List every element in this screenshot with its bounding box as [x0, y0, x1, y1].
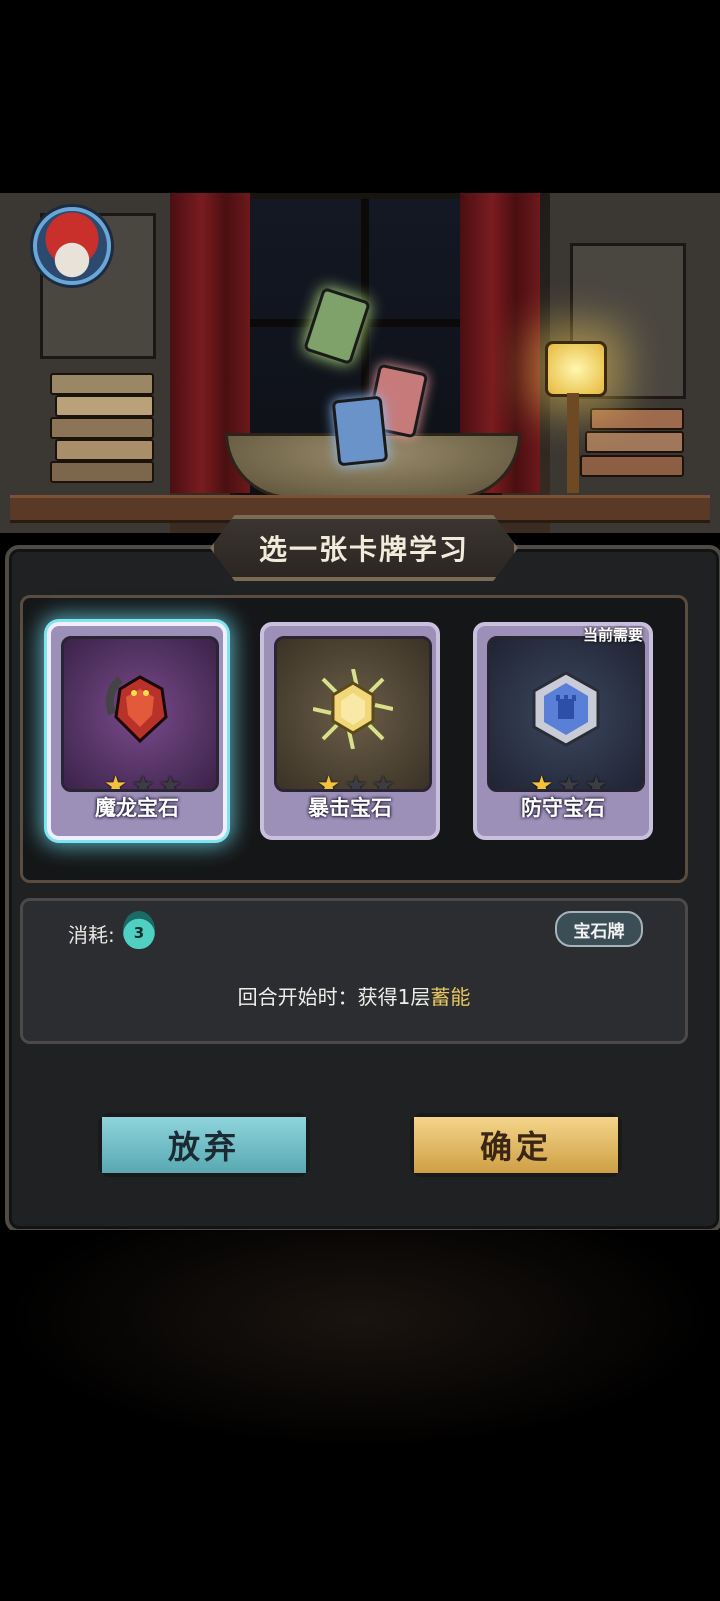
- star-empty-icon: ★: [131, 771, 155, 792]
- star-rating: ★ ★ ★: [104, 771, 182, 792]
- card-effect-text: 回合开始时：获得1层蓄能: [23, 981, 685, 1010]
- dialog-title: 选一张卡牌学习: [258, 533, 469, 566]
- card-defense-gem[interactable]: 当前需要 ★ ★ ★ 防守宝石: [473, 622, 653, 840]
- lamp-post: [567, 393, 579, 493]
- star-filled-icon: ★: [104, 771, 128, 792]
- star-rating: ★ ★ ★: [530, 771, 608, 792]
- card-name: 防守宝石: [521, 796, 605, 820]
- confirm-button[interactable]: 确定: [410, 1113, 622, 1177]
- star-empty-icon: ★: [557, 771, 581, 792]
- energy-flame-icon: 3: [123, 911, 155, 949]
- card-name: 魔龙宝石: [95, 796, 179, 820]
- defense-gem-icon: [532, 671, 600, 747]
- card-dragon-gem[interactable]: ★ ★ ★ 魔龙宝石: [47, 622, 227, 840]
- card-art: ★ ★ ★: [487, 636, 645, 792]
- star-empty-icon: ★: [158, 771, 182, 792]
- effect-keyword[interactable]: 蓄能: [430, 985, 470, 1009]
- player-avatar[interactable]: [33, 207, 111, 285]
- dragon-gem-icon: [105, 675, 168, 744]
- card-crit-gem[interactable]: ★ ★ ★ 暴击宝石: [260, 622, 440, 840]
- star-empty-icon: ★: [371, 771, 395, 792]
- dialog-title-banner: 选一张卡牌学习: [210, 515, 518, 581]
- star-empty-icon: ★: [344, 771, 368, 792]
- card-art: ★ ★ ★: [61, 636, 219, 792]
- lamp: [545, 341, 607, 397]
- cost-value: 3: [133, 924, 145, 942]
- card-description-box: 消耗: 3 宝石牌 回合开始时：获得1层蓄能: [20, 898, 688, 1044]
- star-filled-icon: ★: [317, 771, 341, 792]
- give-up-button[interactable]: 放弃: [98, 1113, 310, 1177]
- star-filled-icon: ★: [530, 771, 554, 792]
- star-rating: ★ ★ ★: [317, 771, 395, 792]
- crit-gem-icon: [313, 669, 393, 749]
- floating-card-icon: [331, 395, 389, 467]
- card-name: 暴击宝石: [308, 796, 392, 820]
- dimmed-background: [0, 1230, 720, 1450]
- card-art: ★ ★ ★: [274, 636, 432, 792]
- card-type-badge: 宝石牌: [555, 911, 643, 947]
- star-empty-icon: ★: [584, 771, 608, 792]
- cost-label: 消耗:: [68, 923, 115, 947]
- effect-text: 回合开始时：获得1层: [237, 985, 431, 1009]
- needed-tag: 当前需要: [582, 626, 643, 644]
